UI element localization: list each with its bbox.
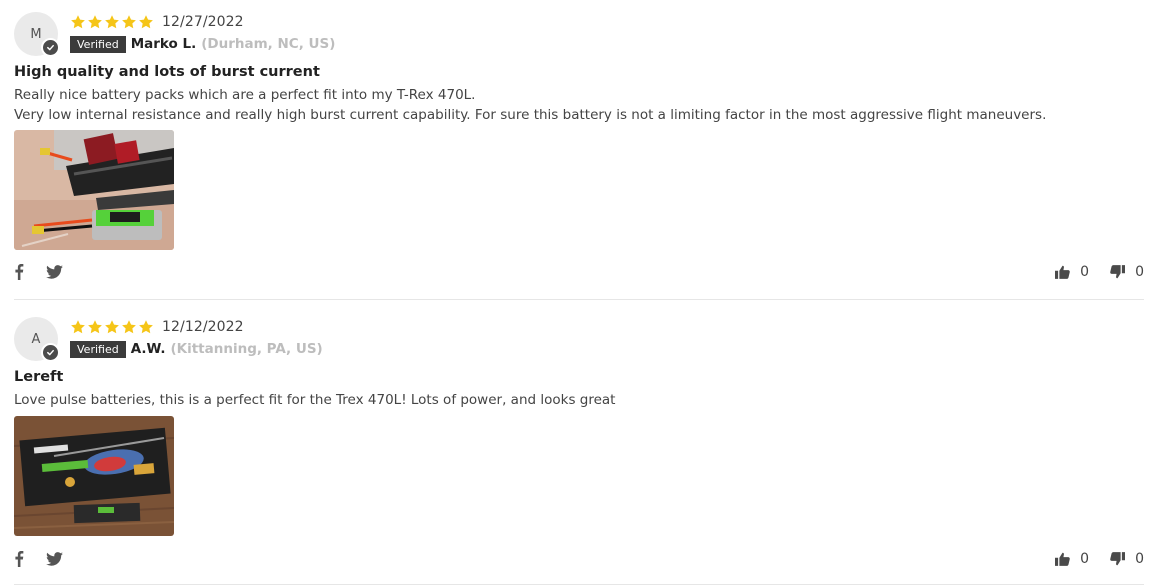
helpful-vote-button[interactable]: 0 <box>1055 551 1089 567</box>
reviews-list: M 12/27/2022 Verified Marko L. (Durham, … <box>0 0 1164 586</box>
avatar: M <box>14 12 60 57</box>
star-icon <box>71 15 85 29</box>
review-photo-image <box>14 130 174 250</box>
avatar-initial: A <box>31 331 41 347</box>
star-icon <box>105 320 119 334</box>
review-photo-helicopter-box[interactable] <box>14 416 174 536</box>
author-location: (Durham, NC, US) <box>201 36 336 52</box>
review-photo-image <box>14 416 174 536</box>
star-icon <box>122 15 136 29</box>
star-rating <box>70 14 154 30</box>
star-icon <box>105 15 119 29</box>
review-body-line: Love pulse batteries, this is a perfect … <box>14 392 616 408</box>
review-title: Lereft <box>14 369 64 385</box>
thumbs-down-icon <box>1110 265 1126 279</box>
review-body: Love pulse batteries, this is a perfect … <box>14 390 615 410</box>
review-photo-helicopter-battery[interactable] <box>14 130 174 250</box>
downvote-count: 0 <box>1135 264 1144 280</box>
author-name: Marko L. <box>130 36 197 52</box>
author-name: A.W. <box>130 341 166 357</box>
review-divider <box>14 584 1144 585</box>
facebook-icon[interactable] <box>14 263 24 280</box>
star-icon <box>139 320 153 334</box>
review-date: 12/12/2022 <box>162 319 244 335</box>
avatar: A <box>14 317 60 362</box>
verified-badge: Verified <box>70 35 126 53</box>
review-date: 12/27/2022 <box>162 14 244 30</box>
author-location: (Kittanning, PA, US) <box>170 341 323 357</box>
review-meta: 12/12/2022 Verified A.W. (Kittanning, PA… <box>70 317 323 359</box>
star-icon <box>139 15 153 29</box>
star-icon <box>88 15 102 29</box>
verified-check-icon <box>41 343 60 362</box>
star-rating <box>70 319 154 335</box>
avatar-initial: M <box>30 26 42 42</box>
review-body-line: Really nice battery packs which are a pe… <box>14 87 476 103</box>
star-icon <box>122 320 136 334</box>
review-divider <box>14 299 1144 300</box>
thumbs-down-icon <box>1110 552 1126 566</box>
review-meta: 12/27/2022 Verified Marko L. (Durham, NC… <box>70 12 335 54</box>
review-body: Really nice battery packs which are a pe… <box>14 85 1046 125</box>
upvote-count: 0 <box>1080 551 1090 567</box>
twitter-icon[interactable] <box>46 264 63 279</box>
upvote-count: 0 <box>1080 264 1090 280</box>
review-votes: 0 0 <box>1055 264 1144 280</box>
verified-badge: Verified <box>70 340 126 358</box>
review-body-line: Very low internal resistance and really … <box>14 107 1047 123</box>
review-title: High quality and lots of burst current <box>14 64 320 80</box>
verified-check-icon <box>41 38 60 57</box>
thumbs-up-icon <box>1055 552 1070 566</box>
helpful-vote-button[interactable]: 0 <box>1055 264 1089 280</box>
thumbs-up-icon <box>1055 265 1070 279</box>
facebook-icon[interactable] <box>14 550 24 567</box>
star-icon <box>88 320 102 334</box>
unhelpful-vote-button[interactable]: 0 <box>1110 264 1144 280</box>
share-links <box>14 550 63 567</box>
share-links <box>14 263 63 280</box>
unhelpful-vote-button[interactable]: 0 <box>1110 551 1144 567</box>
downvote-count: 0 <box>1135 551 1144 567</box>
twitter-icon[interactable] <box>46 551 63 566</box>
star-icon <box>71 320 85 334</box>
review-votes: 0 0 <box>1055 551 1144 567</box>
